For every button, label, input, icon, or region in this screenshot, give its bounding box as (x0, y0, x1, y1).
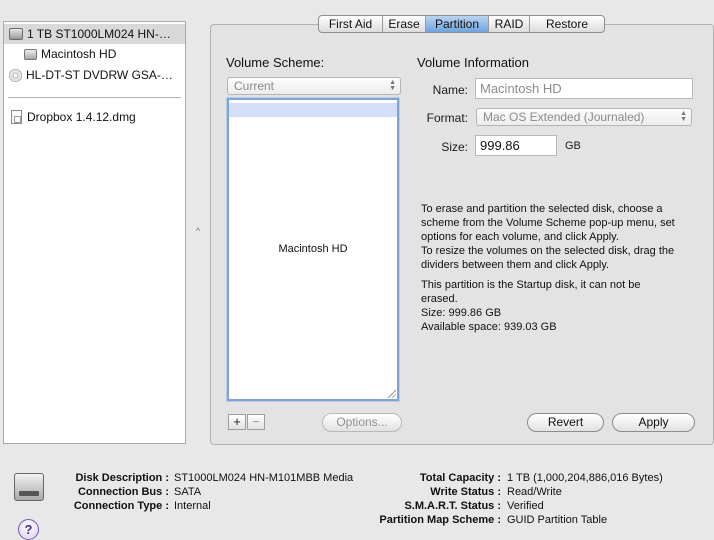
volume-item-label: Macintosh HD (41, 47, 117, 61)
popup-arrows-icon: ▲ ▼ (389, 79, 396, 92)
tab-first-aid[interactable]: First Aid (319, 16, 383, 32)
smart-status-value: Verified (507, 500, 544, 512)
disk-image-icon (11, 110, 22, 124)
format-popup[interactable]: Mac OS Extended (Journaled) ▲ ▼ (476, 108, 692, 126)
partition-map-scheme-value: GUID Partition Table (507, 514, 608, 526)
status-line: Size: 999.86 GB (421, 307, 502, 319)
volume-item-macintosh-hd[interactable]: Macintosh HD (4, 44, 185, 64)
tab-raid[interactable]: RAID (489, 16, 530, 32)
partition-map-scheme-label: Partition Map Scheme : (379, 514, 501, 526)
instruction-line: To erase and partition the selected disk… (421, 203, 663, 215)
disk-description-value: ST1000LM024 HN-M101MBB Media (174, 472, 354, 484)
optical-drive-icon (9, 68, 22, 82)
instruction-line: dividers between them and click Apply. (421, 259, 610, 271)
write-status-label: Write Status : (430, 486, 501, 498)
tab-bar: First Aid Erase Partition RAID Restore (318, 15, 605, 33)
disk-item-label: HL-DT-ST DVDRW GSA-… (26, 68, 173, 82)
volume-scheme-label: Volume Scheme: (226, 55, 325, 70)
volume-scheme-popup[interactable]: Current ▲ ▼ (227, 77, 401, 95)
partition-status: This partition is the Startup disk, it c… (421, 278, 711, 334)
instruction-line: options for each volume, and click Apply… (421, 231, 619, 243)
disk-item-st1000lm024[interactable]: 1 TB ST1000LM024 HN-… (4, 24, 185, 44)
size-unit-label: GB (565, 140, 581, 152)
total-capacity-label: Total Capacity : (419, 472, 501, 484)
help-icon[interactable]: ? (18, 519, 39, 540)
popup-arrows-icon: ▲ ▼ (680, 110, 687, 123)
connection-type-label: Connection Type : (73, 500, 169, 512)
hard-drive-icon (9, 28, 23, 40)
status-line: This partition is the Startup disk, it c… (421, 279, 641, 291)
disk-description-label: Disk Description : (75, 472, 169, 484)
smart-status-label: S.M.A.R.T. Status : (404, 500, 501, 512)
add-partition-button[interactable]: + (228, 414, 246, 430)
options-button[interactable]: Options... (322, 413, 402, 432)
disk-image-label: Dropbox 1.4.12.dmg (27, 110, 136, 124)
volume-selection-stripe (229, 103, 397, 117)
instruction-line: scheme from the Volume Scheme pop-up men… (421, 217, 675, 229)
name-label: Name: (432, 83, 468, 97)
volume-name-input[interactable]: Macintosh HD (475, 78, 693, 99)
connection-bus-value: SATA (174, 486, 202, 498)
revert-button[interactable]: Revert (527, 413, 604, 432)
volume-icon (24, 48, 37, 60)
format-value: Mac OS Extended (Journaled) (483, 110, 645, 124)
disk-item-dvdrw[interactable]: HL-DT-ST DVDRW GSA-… (4, 65, 185, 85)
tab-restore[interactable]: Restore (530, 16, 604, 32)
connection-type-value: Internal (174, 500, 211, 512)
tab-partition[interactable]: Partition (426, 16, 489, 32)
total-capacity-value: 1 TB (1,000,204,886,016 Bytes) (507, 472, 663, 484)
status-line: Available space: 939.03 GB (421, 321, 557, 333)
volume-map[interactable]: Macintosh HD (227, 98, 399, 401)
connection-bus-label: Connection Bus : (77, 486, 169, 498)
status-line: erased. (421, 293, 458, 305)
resize-grip-icon[interactable] (386, 388, 396, 398)
volume-scheme-value: Current (234, 79, 275, 93)
remove-partition-button[interactable]: − (247, 414, 265, 430)
volume-information-label: Volume Information (417, 55, 530, 70)
partition-instructions: To erase and partition the selected disk… (421, 202, 711, 272)
disk-item-label: 1 TB ST1000LM024 HN-… (27, 27, 171, 41)
format-label: Format: (426, 111, 468, 125)
apply-button[interactable]: Apply (612, 413, 695, 432)
volume-size-input[interactable]: 999.86 (475, 135, 557, 156)
volume-map-label: Macintosh HD (278, 243, 348, 255)
instruction-line: To resize the volumes on the selected di… (421, 245, 675, 257)
tab-erase[interactable]: Erase (383, 16, 426, 32)
split-view-handle[interactable]: ^ (192, 226, 204, 238)
disk-list[interactable]: 1 TB ST1000LM024 HN-… Macintosh HD HL-DT… (3, 21, 186, 444)
write-status-value: Read/Write (507, 486, 562, 498)
sidebar-divider (8, 97, 181, 99)
size-label: Size: (441, 140, 468, 154)
disk-image-item-dropbox[interactable]: Dropbox 1.4.12.dmg (4, 107, 185, 127)
